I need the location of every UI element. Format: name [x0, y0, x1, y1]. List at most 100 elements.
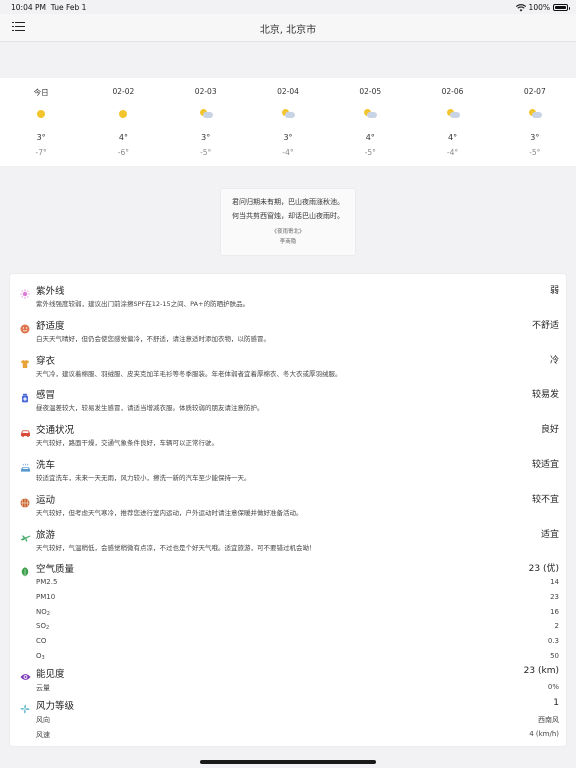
- index-name: 洗车: [36, 460, 56, 471]
- forecast-day: 02-03 3° -5°: [165, 78, 247, 166]
- poem-title: 《夜雨寄北》: [271, 229, 305, 235]
- forecast-low: -7°: [35, 148, 47, 157]
- index-value: 较不宜: [531, 494, 559, 505]
- car-icon: [20, 423, 30, 438]
- detail-label: PM10: [36, 592, 56, 601]
- uv-sun-icon: [20, 284, 30, 299]
- forecast-day: 02-02 4° -6°: [82, 78, 164, 166]
- detail-value: 2: [554, 622, 559, 631]
- index-value: 弱: [549, 286, 559, 296]
- forecast-date: 02-02: [112, 87, 135, 96]
- detail-value: 23: [550, 592, 559, 601]
- partly-cloudy-icon: [363, 109, 378, 119]
- forecast-date: 02-03: [194, 87, 217, 96]
- forecast-high: 3°: [283, 133, 293, 142]
- sun-icon: [116, 109, 130, 119]
- page-title: 北京, 北京市: [259, 25, 317, 36]
- partly-cloudy-icon: [199, 109, 213, 119]
- forecast-high: 3°: [36, 133, 46, 142]
- detail-label: PM2.5: [36, 578, 58, 586]
- clothing-icon: [20, 354, 30, 368]
- forecast-date: 02-06: [441, 87, 464, 96]
- index-value: 较易发: [531, 390, 559, 401]
- forecast-date: 今日: [33, 88, 49, 97]
- car-wash-icon: [20, 458, 30, 472]
- forecast-day: 02-04 3° -4°: [247, 78, 329, 166]
- forecast-date: 02-04: [277, 87, 299, 96]
- detail-label: O3: [36, 652, 45, 661]
- detail-value: 0%: [547, 683, 559, 691]
- plane-icon: [20, 528, 31, 542]
- forecast-low: -5°: [529, 148, 541, 157]
- medicine-icon: [20, 388, 30, 403]
- index-value: 23 (km): [523, 666, 559, 676]
- wind-icon: [20, 699, 30, 714]
- detail-value: 0.3: [547, 637, 559, 646]
- forecast-day: 02-06 4° -4°: [411, 78, 493, 166]
- status-bar: 10:04 PM Tue Feb 1 100%: [0, 0, 576, 14]
- eye-icon: [20, 667, 31, 680]
- forecast-low: -5°: [364, 148, 376, 157]
- index-value: 1: [553, 698, 559, 708]
- forecast-high: 4°: [365, 133, 375, 142]
- index-value: 不舒适: [531, 320, 559, 331]
- forecast-date: 02-05: [359, 87, 382, 96]
- index-value: 适宜: [540, 529, 559, 540]
- basketball-icon: [20, 493, 30, 508]
- index-name: 交通状况: [36, 425, 75, 437]
- detail-label: CO: [36, 637, 47, 646]
- forecast-day: 02-05 4° -5°: [329, 78, 411, 166]
- detail-value: 西南风: [538, 716, 559, 724]
- detail-value: 50: [550, 652, 559, 660]
- index-desc: 天气较好，但考虑天气寒冷，推荐您进行室内运动，户外运动时请注意保暖并做好准备活动…: [36, 508, 303, 517]
- detail-label: SO2: [36, 622, 50, 632]
- detail-value: 16: [550, 607, 559, 616]
- status-right: 100%: [515, 3, 570, 12]
- detail-value: 14: [550, 578, 559, 586]
- forecast-high: 3°: [201, 133, 211, 142]
- sun-icon: [34, 109, 48, 119]
- status-time: 10:04 PM Tue Feb 1: [11, 3, 87, 12]
- poem-card: 君问归期未有期，巴山夜雨涨秋池。 何当共剪西窗烛，却话巴山夜雨时。 《夜雨寄北》…: [220, 188, 356, 256]
- wifi-icon: [515, 3, 526, 11]
- forecast-date: 02-07: [523, 87, 546, 96]
- detail-value: 4 (km/h): [529, 729, 559, 738]
- index-desc: 天气较好，气温稍低，会感觉稍微有点凉，不过也是个好天气哦。适宜旅游，可不要错过机…: [36, 543, 316, 552]
- index-name: 旅游: [36, 529, 56, 541]
- forecast-high: 4°: [118, 133, 128, 142]
- home-indicator: [200, 760, 376, 764]
- detail-label: NO2: [36, 607, 50, 617]
- index-name: 能见度: [36, 669, 65, 680]
- index-name: 感冒: [36, 390, 56, 402]
- comfort-face-icon: [20, 319, 30, 334]
- forecast-high: 4°: [448, 133, 458, 142]
- detail-label: 风速: [36, 730, 50, 739]
- index-name: 紫外线: [36, 286, 65, 297]
- index-value: 冷: [549, 355, 559, 366]
- leaf-icon: [20, 562, 30, 577]
- poem-author: 李商隐: [279, 239, 297, 245]
- partly-cloudy-icon: [528, 109, 542, 119]
- index-value: 23 (优): [528, 564, 559, 574]
- index-value: 较适宜: [531, 460, 559, 470]
- index-desc: 白天天气晴好，但仍会使您感觉偏冷，不舒适，请注意适时添加衣物，以防感冒。: [36, 334, 270, 343]
- battery-percent: 100%: [528, 3, 550, 12]
- forecast-day: 今日 3° -7°: [0, 78, 82, 166]
- battery-icon: [553, 4, 570, 11]
- forecast-high: 3°: [530, 133, 540, 142]
- forecast-low: -5°: [200, 148, 212, 157]
- forecast-low: -4°: [446, 148, 459, 157]
- index-name: 运动: [36, 494, 56, 506]
- detail-label: 风向: [36, 716, 50, 724]
- index-desc: 天气冷，建议着棉服、羽绒服、皮夹克加羊毛衫等冬季服装。年老体弱者宜着厚棉衣、冬大…: [36, 369, 342, 378]
- index-name: 舒适度: [36, 320, 65, 332]
- index-name: 穿衣: [36, 355, 56, 367]
- index-desc: 紫外线强度较弱，建议出门前涂擦SPF在12-15之间、PA+的防晒护肤品。: [36, 300, 250, 308]
- forecast-low: -6°: [117, 148, 130, 157]
- index-desc: 昼夜温差较大，较易发生感冒，请适当增减衣服。体质较弱的朋友请注意防护。: [36, 404, 264, 413]
- index-desc: 较适宜洗车，未来一天无雨，风力较小，擦洗一新的汽车至少能保持一天。: [36, 474, 251, 482]
- partly-cloudy-icon: [446, 109, 460, 119]
- forecast-low: -4°: [282, 148, 294, 157]
- detail-label: 云量: [36, 684, 50, 692]
- index-desc: 天气较好，路面干燥，交通气象条件良好，车辆可以正常行驶。: [36, 439, 218, 448]
